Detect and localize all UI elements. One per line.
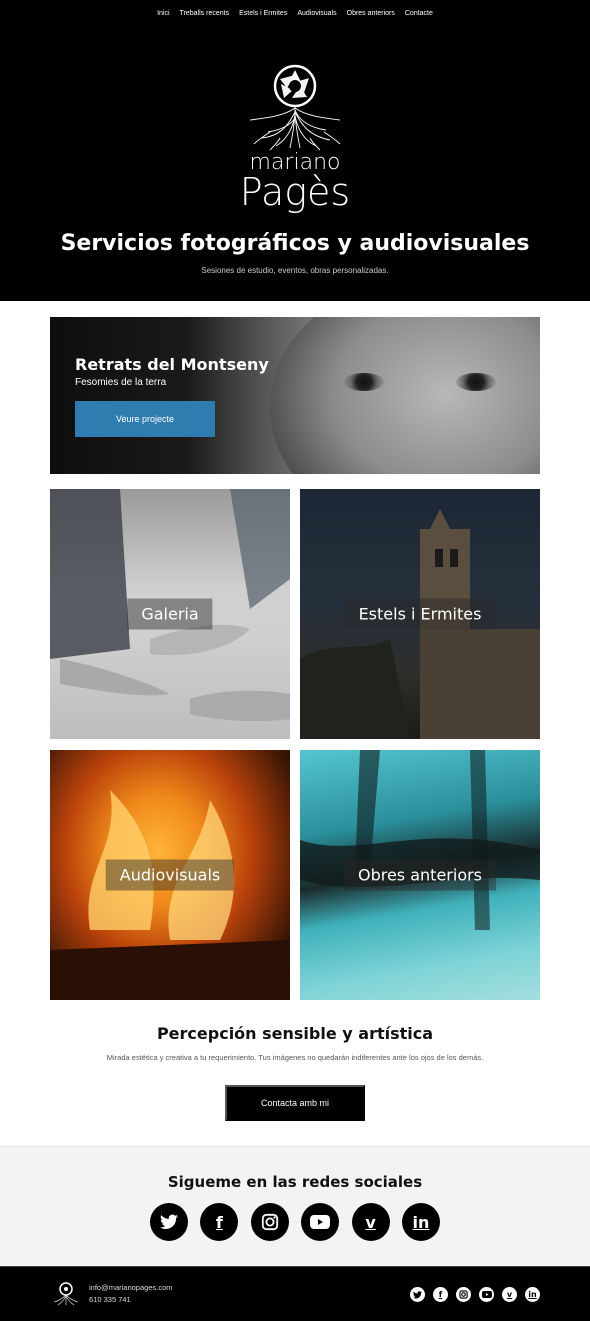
nav-item-obres-anteriors[interactable]: Obres anteriors [347, 10, 395, 17]
nav-item-estels-i-ermites[interactable]: Estels i Ermites [239, 10, 287, 17]
tile-galeria[interactable]: Galeria [50, 489, 290, 739]
portrait-left-eye [344, 373, 384, 391]
tile-label: Estels i Ermites [344, 598, 496, 630]
footer-social-icons: f v in [410, 1287, 540, 1302]
social-title: Sigueme en las redes sociales [167, 1173, 423, 1191]
portrait-right-eye [456, 373, 496, 391]
cta-title: Percepción sensible y artística [156, 1024, 434, 1043]
youtube-icon[interactable] [301, 1203, 340, 1241]
footer-phone[interactable]: 610 335 741 [89, 1295, 131, 1304]
footer-logo-icon[interactable] [52, 1281, 80, 1307]
footer-email[interactable]: info@marianopages.com [89, 1283, 173, 1292]
tile-estels-i-ermites[interactable]: Estels i Ermites [300, 489, 540, 739]
nav-item-inici[interactable]: Inici [157, 10, 169, 17]
tile-label: Galeria [127, 598, 213, 630]
social-section: Sigueme en las redes sociales f v in [0, 1146, 590, 1266]
page-footer: info@marianopages.com 610 335 741 f v in [0, 1266, 590, 1321]
nav-item-contacte[interactable]: Contacte [405, 10, 433, 17]
tile-label: Obres anteriors [343, 859, 497, 891]
hero-header: Inici Treballs recents Estels i Ermites … [0, 0, 590, 301]
top-nav: Inici Treballs recents Estels i Ermites … [0, 10, 590, 17]
twitter-icon[interactable] [150, 1203, 188, 1241]
instagram-icon[interactable] [250, 1203, 289, 1241]
facebook-icon[interactable]: f [200, 1203, 239, 1241]
nav-item-treballs-recents[interactable]: Treballs recents [180, 10, 230, 17]
featured-project-banner[interactable]: Retrats del Montseny Fesomies de la terr… [50, 317, 540, 474]
feature-title: Retrats del Montseny [75, 355, 269, 374]
youtube-icon[interactable] [479, 1287, 494, 1302]
contact-me-button[interactable]: Contacta amb mi [225, 1085, 365, 1121]
cta-description: Mirada estética y creativa a tu requerim… [106, 1053, 484, 1062]
tile-label: Audiovisuals [105, 859, 235, 891]
twitter-icon[interactable] [410, 1287, 425, 1302]
feature-subtitle: Fesomies de la terra [75, 377, 167, 388]
hero-title: Servicios fotográficos y audiovisuales [60, 231, 530, 256]
tile-obres-anteriors[interactable]: Obres anteriors [300, 750, 540, 1000]
old-man-portrait-image [270, 317, 540, 474]
tile-audiovisuals[interactable]: Audiovisuals [50, 750, 290, 1000]
hero-subtitle: Sesiones de estudio, eventos, obras pers… [201, 266, 389, 275]
nav-item-audiovisuals[interactable]: Audiovisuals [297, 10, 336, 17]
social-icon-row: f v in [150, 1203, 440, 1243]
linkedin-icon[interactable]: in [525, 1287, 540, 1302]
instagram-icon[interactable] [456, 1287, 471, 1302]
view-project-button[interactable]: Veure projecte [75, 401, 215, 437]
vimeo-icon[interactable]: v [502, 1287, 517, 1302]
facebook-icon[interactable]: f [433, 1287, 448, 1302]
logo-name-last: Pagès [239, 170, 351, 214]
linkedin-icon[interactable]: in [401, 1203, 440, 1241]
vimeo-icon[interactable]: v [351, 1203, 390, 1241]
